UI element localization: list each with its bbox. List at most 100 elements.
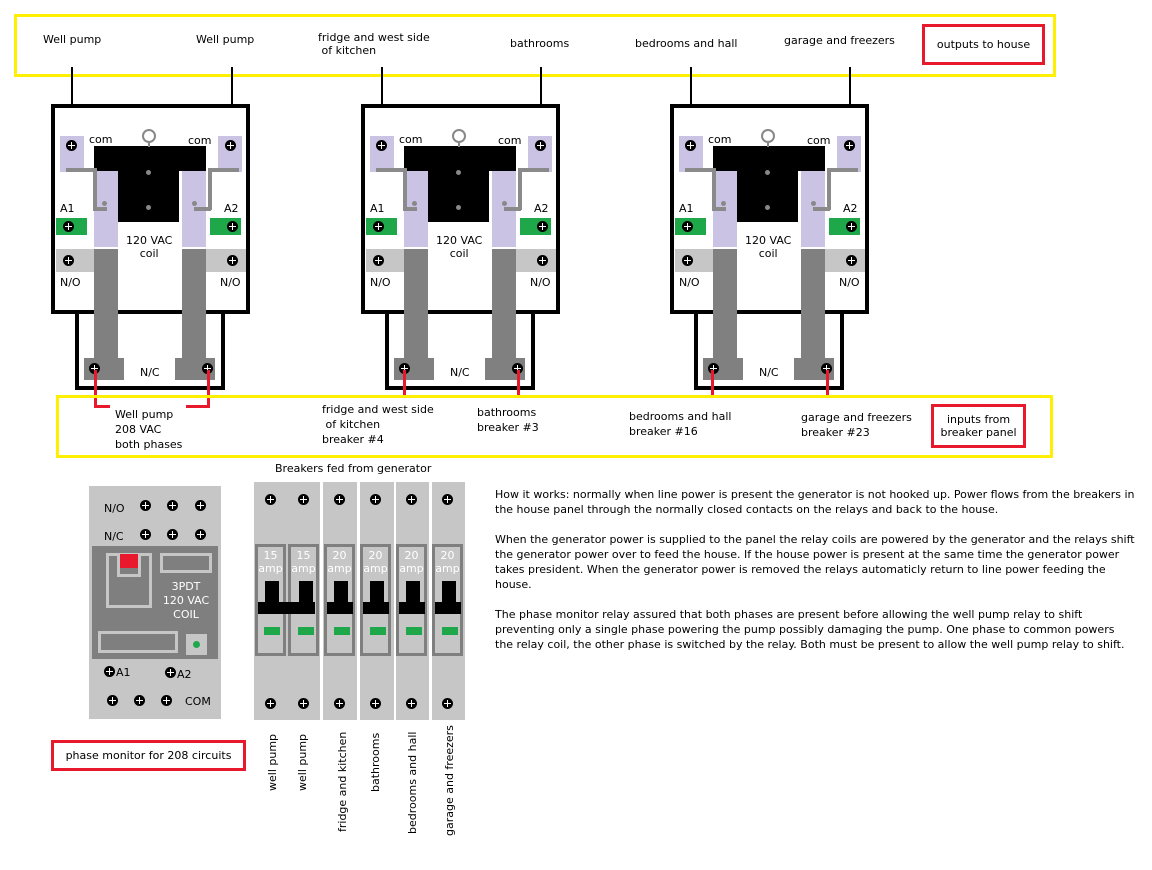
a2-label: A2 xyxy=(843,202,858,215)
breaker-rating: 15 amp xyxy=(258,549,283,575)
screw-icon[interactable] xyxy=(537,255,548,266)
screw-icon[interactable] xyxy=(227,221,238,232)
screw-icon[interactable] xyxy=(406,494,417,505)
screw-icon[interactable] xyxy=(334,494,345,505)
com-left-label: com xyxy=(89,133,113,146)
breaker-rating: 15 amp xyxy=(291,549,316,575)
screw-icon[interactable] xyxy=(298,698,309,709)
pm-nc-label: N/C xyxy=(104,530,124,543)
screw-icon[interactable] xyxy=(63,221,74,232)
contact-bar-left xyxy=(404,249,428,364)
screw-icon[interactable] xyxy=(63,255,74,266)
screw-icon[interactable] xyxy=(370,494,381,505)
output-label-well-pump-1: Well pump xyxy=(43,33,102,46)
screw-icon[interactable] xyxy=(537,221,548,232)
com-right-label: com xyxy=(188,134,212,147)
pm-com-label: COM xyxy=(185,695,211,708)
link-right xyxy=(519,168,549,172)
breaker-label: bedrooms and hall xyxy=(406,731,419,834)
screw-icon[interactable] xyxy=(134,695,145,706)
input-label-well-pump: Well pump 208 VAC both phases xyxy=(115,408,183,451)
screw-icon[interactable] xyxy=(161,695,172,706)
contact-bar-left xyxy=(94,249,118,364)
no-terminal-right xyxy=(514,249,556,272)
screw-icon[interactable] xyxy=(107,695,118,706)
screw-icon[interactable] xyxy=(442,698,453,709)
pm-adjust-knob[interactable] xyxy=(186,634,207,655)
screw-icon[interactable] xyxy=(406,698,417,709)
breaker-handle-base xyxy=(435,602,461,614)
breaker-rating: 20 amp xyxy=(327,549,352,575)
no-terminal-left xyxy=(366,249,406,272)
spring-stem xyxy=(458,141,460,147)
a2-label: A2 xyxy=(534,202,549,215)
no-right-label: N/O xyxy=(530,276,551,289)
phase-monitor-relay: N/O N/C 3PDT 120 VAC COIL A1 A2 COM xyxy=(89,486,221,719)
explanation-paragraph-2: When the generator power is supplied to … xyxy=(495,533,1135,591)
screw-icon[interactable] xyxy=(373,255,384,266)
link-right xyxy=(209,168,239,172)
output-label-garage: garage and freezers xyxy=(784,34,895,47)
link-left xyxy=(93,168,97,210)
screw-icon[interactable] xyxy=(370,698,381,709)
input-wire xyxy=(517,370,520,398)
screw-icon[interactable] xyxy=(373,221,384,232)
com-right-label: com xyxy=(498,134,522,147)
contact-dot xyxy=(721,201,726,206)
a1-label: A1 xyxy=(60,202,75,215)
link-left xyxy=(376,168,406,172)
pivot-dot xyxy=(765,170,770,175)
screw-icon[interactable] xyxy=(682,221,693,232)
a1-label: A1 xyxy=(679,202,694,215)
link-right xyxy=(828,168,858,172)
phase-monitor-callout: phase monitor for 208 circuits xyxy=(51,740,246,771)
screw-icon[interactable] xyxy=(167,529,178,540)
screw-icon[interactable] xyxy=(66,140,77,151)
screw-icon[interactable] xyxy=(442,494,453,505)
screw-icon[interactable] xyxy=(140,529,151,540)
screw-icon[interactable] xyxy=(165,667,176,678)
breakers-title: Breakers fed from generator xyxy=(275,462,432,475)
inputs-callout: inputs from breaker panel xyxy=(931,404,1026,448)
link-left xyxy=(403,168,407,210)
screw-icon[interactable] xyxy=(846,255,857,266)
screw-icon[interactable] xyxy=(195,500,206,511)
breaker-status-led xyxy=(370,627,386,635)
screw-icon[interactable] xyxy=(844,140,855,151)
screw-icon[interactable] xyxy=(167,500,178,511)
relay-bedrooms-garage: com com A1 A2 120 VAC coil N/O N/O N/C xyxy=(670,104,870,390)
link-right xyxy=(813,207,830,211)
screw-icon[interactable] xyxy=(140,500,151,511)
pm-led-icon xyxy=(193,641,200,648)
no-left-label: N/O xyxy=(679,276,700,289)
contact-bar-right xyxy=(492,249,516,364)
screw-icon[interactable] xyxy=(227,255,238,266)
screw-icon[interactable] xyxy=(685,140,696,151)
screw-icon[interactable] xyxy=(334,698,345,709)
breaker-label: garage and freezers xyxy=(443,725,456,836)
screw-icon[interactable] xyxy=(535,140,546,151)
output-label-bathrooms: bathrooms xyxy=(510,37,570,50)
screw-icon[interactable] xyxy=(376,140,387,151)
contact-dot xyxy=(412,201,417,206)
contact-bar-left xyxy=(713,249,737,364)
screw-icon[interactable] xyxy=(104,666,115,677)
screw-icon[interactable] xyxy=(265,494,276,505)
no-terminal-left xyxy=(675,249,715,272)
breaker-handle-base xyxy=(399,602,425,614)
input-wire xyxy=(403,370,406,398)
screw-icon[interactable] xyxy=(682,255,693,266)
breaker-rating: 20 amp xyxy=(399,549,424,575)
spring-stem xyxy=(148,141,150,147)
screw-icon[interactable] xyxy=(298,494,309,505)
pm-a2-label: A2 xyxy=(177,668,192,681)
screw-icon[interactable] xyxy=(846,221,857,232)
output-label-bedrooms: bedrooms and hall xyxy=(635,37,738,50)
screw-icon[interactable] xyxy=(225,140,236,151)
screw-icon[interactable] xyxy=(195,529,206,540)
output-label-fridge: fridge and west side of kitchen xyxy=(318,31,430,57)
breaker-tie-bar[interactable] xyxy=(258,602,315,614)
breaker-label: well pump xyxy=(296,733,309,791)
output-label-well-pump-2: Well pump xyxy=(196,33,255,46)
screw-icon[interactable] xyxy=(265,698,276,709)
